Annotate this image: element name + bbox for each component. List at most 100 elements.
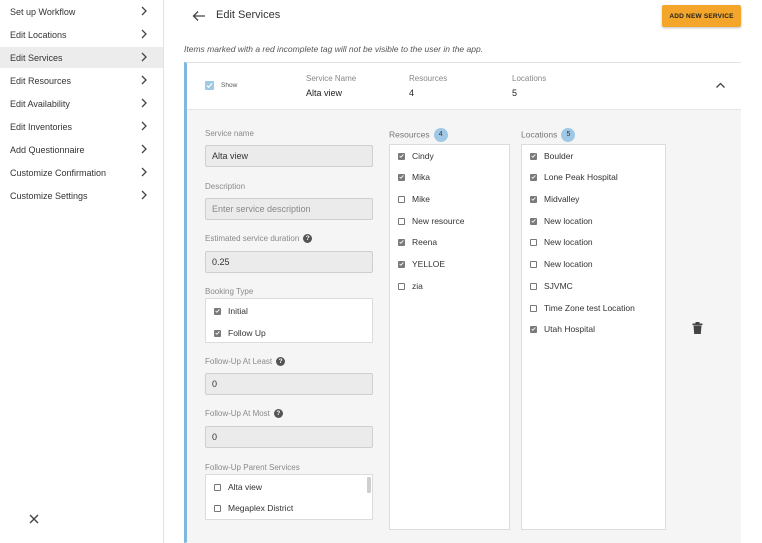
checkbox[interactable] [530,325,537,333]
checkbox-label: New resource [412,216,465,226]
checkbox[interactable] [530,304,537,312]
booking-type-box: Initial Follow Up [205,298,373,343]
sidebar-item-edit-locations[interactable]: Edit Locations [0,24,163,45]
resource-item[interactable]: Reena [398,236,437,248]
resource-item[interactable]: Cindy [398,150,434,162]
resource-item[interactable]: New resource [398,215,464,227]
location-item[interactable]: SJVMC [530,280,573,292]
checkbox[interactable] [398,282,405,290]
followup-most-label: Follow-Up At Most? [205,409,283,419]
sidebar-item-edit-services[interactable]: Edit Services [0,47,163,68]
chevron-right-icon [141,190,147,200]
followup-most-input[interactable]: 0 [205,426,373,448]
location-item[interactable]: New location [530,258,593,270]
location-item[interactable]: Boulder [530,150,573,162]
service-name-input[interactable]: Alta view [205,145,373,167]
checkbox-label: Cindy [412,151,434,161]
location-item[interactable]: New location [530,215,593,227]
scrollbar[interactable] [367,477,371,493]
booking-type-follow-up[interactable]: Follow Up [214,327,266,339]
location-item[interactable]: Midvalley [530,193,579,205]
chevron-up-icon[interactable] [715,80,726,91]
checkbox-label: SJVMC [544,281,573,291]
resource-item[interactable]: zia [398,280,423,292]
sidebar-item-set-up-workflow[interactable]: Set up Workflow [0,1,163,22]
location-item[interactable]: Time Zone test Location [530,302,635,314]
sidebar-item-label: Edit Locations [10,29,67,40]
checkbox[interactable] [530,217,537,225]
resource-item[interactable]: Mika [398,171,430,183]
check-icon [399,154,404,158]
description-input[interactable]: Enter service description [205,198,373,220]
checkbox[interactable] [398,217,405,225]
check-icon [399,175,404,179]
sidebar-item-label: Customize Settings [10,190,88,201]
service-card-body: Service name Alta view Description Enter… [187,109,741,543]
resource-item[interactable]: Mike [398,193,430,205]
checkbox-label: Megaplex District [228,503,294,513]
checkbox[interactable] [398,152,405,160]
checkbox[interactable] [530,238,537,246]
service-name-header-label: Service Name [306,74,357,83]
sidebar-item-label: Edit Availability [10,98,70,109]
sidebar-item-add-questionnaire[interactable]: Add Questionnaire [0,139,163,160]
description-label: Description [205,182,246,191]
checkbox-label: Mika [412,172,430,182]
checkbox[interactable] [214,329,221,337]
checkbox[interactable] [530,173,537,181]
duration-label: Estimated service duration? [205,234,313,244]
parent-service-item[interactable]: Megaplex District [214,502,293,514]
sidebar-item-customize-confirmation[interactable]: Customize Confirmation [0,162,163,183]
checkbox-label: Midvalley [544,194,580,204]
checkbox-label: Time Zone test Location [544,303,635,313]
check-icon [399,240,404,244]
sidebar-item-edit-availability[interactable]: Edit Availability [0,93,163,114]
checkbox[interactable] [530,152,537,160]
chevron-right-icon [141,52,147,62]
parent-service-item[interactable]: Alta view [214,481,262,493]
checkbox[interactable] [398,195,405,203]
sidebar-item-customize-settings[interactable]: Customize Settings [0,185,163,206]
chevron-right-icon [141,144,147,154]
checkbox[interactable] [530,260,537,268]
duration-input[interactable]: 0.25 [205,251,373,273]
checkbox[interactable] [398,260,405,268]
add-new-service-button[interactable]: ADD NEW SERVICE [662,5,741,27]
checkbox[interactable] [530,195,537,203]
checkbox[interactable] [214,483,221,491]
checkbox[interactable] [214,504,221,512]
checkbox[interactable] [398,173,405,181]
chevron-right-icon [141,29,147,39]
check-icon [399,262,404,266]
help-icon[interactable]: ? [273,409,283,419]
resources-count-badge: 4 [433,128,448,142]
checkbox[interactable] [398,238,405,246]
trash-icon[interactable] [692,322,703,334]
close-icon[interactable] [28,513,40,525]
booking-type-initial[interactable]: Initial [214,305,248,317]
checkbox-label: Utah Hospital [544,324,596,334]
location-item[interactable]: New location [530,236,593,248]
show-checkbox[interactable] [205,81,214,90]
resource-item[interactable]: YELLOE [398,258,445,270]
checkbox[interactable] [214,307,221,315]
sidebar-item-edit-inventories[interactable]: Edit Inventories [0,116,163,137]
back-arrow-icon[interactable] [192,10,206,22]
location-item[interactable]: Lone Peak Hospital [530,171,618,183]
sidebar-item-edit-resources[interactable]: Edit Resources [0,70,163,91]
parent-services-list[interactable]: Alta view Megaplex District [205,474,373,520]
followup-least-input[interactable]: 0 [205,373,373,395]
checkbox[interactable] [530,282,537,290]
chevron-right-icon [141,121,147,131]
help-icon[interactable]: ? [303,234,313,244]
locations-list: Boulder Lone Peak Hospital Midvalley New… [521,144,666,530]
check-icon [531,154,536,158]
help-icon[interactable]: ? [276,357,286,367]
location-item[interactable]: Utah Hospital [530,323,595,335]
check-icon [531,219,536,223]
check-icon [531,197,536,201]
parent-services-label: Follow-Up Parent Services [205,463,300,472]
checkbox-label: Lone Peak Hospital [544,172,618,182]
sidebar-item-label: Customize Confirmation [10,167,107,178]
service-card-header[interactable]: Show Service Name Alta view Resources 4 … [187,63,741,109]
